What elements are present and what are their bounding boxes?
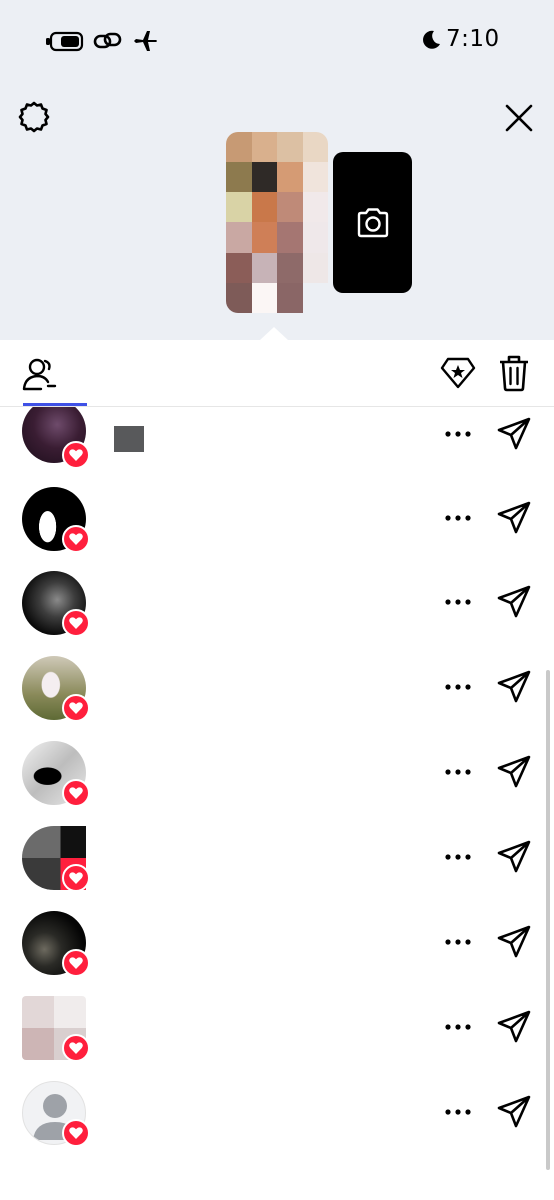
active-tab-indicator	[23, 403, 87, 406]
heart-reaction-badge	[62, 609, 90, 637]
viewers-icon[interactable]	[21, 357, 59, 391]
camera-icon	[357, 207, 388, 237]
story-preview-thumbnail[interactable]	[226, 132, 328, 313]
heart-icon	[69, 1127, 83, 1139]
heart-reaction-badge	[62, 949, 90, 977]
viewer-row[interactable]	[0, 983, 554, 1068]
send-message-icon[interactable]	[496, 754, 532, 790]
viewers-list	[0, 407, 554, 1200]
send-message-icon[interactable]	[496, 839, 532, 875]
battery-icon	[46, 31, 84, 52]
more-options-icon[interactable]	[444, 680, 472, 694]
more-options-icon[interactable]	[444, 935, 472, 949]
heart-icon	[69, 957, 83, 969]
viewer-row[interactable]	[0, 898, 554, 983]
heart-icon	[69, 617, 83, 629]
story-header-area: 7:10	[0, 0, 554, 340]
send-message-icon[interactable]	[496, 1094, 532, 1130]
send-message-icon[interactable]	[496, 416, 532, 452]
story-tabbar	[0, 340, 554, 407]
more-options-icon[interactable]	[444, 1020, 472, 1034]
viewer-row[interactable]	[0, 407, 554, 473]
heart-reaction-badge	[62, 1034, 90, 1062]
heart-reaction-badge	[62, 779, 90, 807]
clock-time: 7:10	[446, 26, 500, 52]
viewer-row[interactable]	[0, 558, 554, 643]
heart-icon	[69, 449, 83, 461]
more-options-icon[interactable]	[444, 595, 472, 609]
heart-reaction-badge	[62, 441, 90, 469]
heart-reaction-badge	[62, 1119, 90, 1147]
viewer-row[interactable]	[0, 813, 554, 898]
send-message-icon[interactable]	[496, 500, 532, 536]
link-icon	[93, 32, 122, 49]
close-icon[interactable]	[500, 99, 538, 137]
more-options-icon[interactable]	[444, 1105, 472, 1119]
more-options-icon[interactable]	[444, 850, 472, 864]
status-bar: 7:10	[0, 0, 554, 80]
heart-reaction-badge	[62, 694, 90, 722]
selected-story-pointer	[260, 327, 288, 340]
viewer-row[interactable]	[0, 473, 554, 558]
heart-reaction-badge	[62, 525, 90, 553]
redacted-username	[114, 426, 144, 452]
airplane-icon	[134, 31, 157, 51]
heart-icon	[69, 787, 83, 799]
heart-reaction-badge	[62, 864, 90, 892]
heart-icon	[69, 872, 83, 884]
send-message-icon[interactable]	[496, 669, 532, 705]
viewer-row[interactable]	[0, 1068, 554, 1153]
trash-icon[interactable]	[498, 354, 530, 392]
heart-icon	[69, 533, 83, 545]
viewer-row[interactable]	[0, 643, 554, 728]
more-options-icon[interactable]	[444, 511, 472, 525]
add-to-story-button[interactable]	[333, 152, 412, 293]
more-options-icon[interactable]	[444, 427, 472, 441]
moon-icon	[423, 30, 440, 49]
more-options-icon[interactable]	[444, 765, 472, 779]
diamond-star-icon[interactable]	[440, 356, 476, 390]
send-message-icon[interactable]	[496, 1009, 532, 1045]
send-message-icon[interactable]	[496, 924, 532, 960]
send-message-icon[interactable]	[496, 584, 532, 620]
heart-icon	[69, 702, 83, 714]
heart-icon	[69, 1042, 83, 1054]
gear-icon[interactable]	[16, 99, 52, 135]
viewer-row[interactable]	[0, 728, 554, 813]
list-scrollbar[interactable]	[546, 670, 550, 1170]
